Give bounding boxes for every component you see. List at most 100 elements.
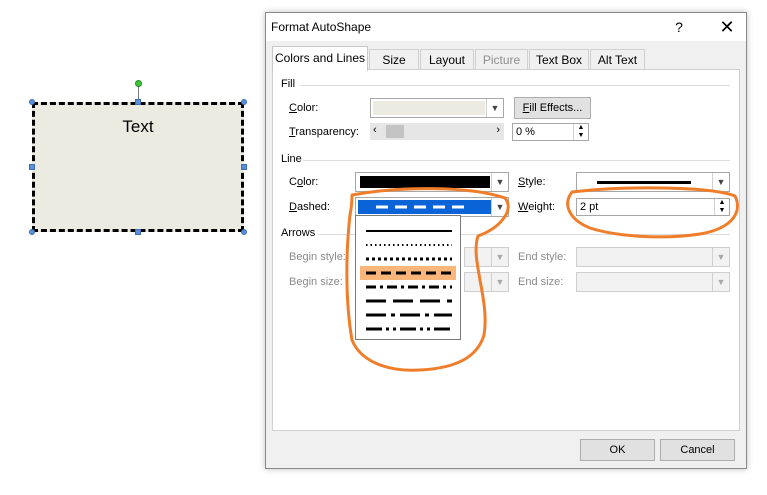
fill-effects-button[interactable]: Fill Effects...	[514, 97, 591, 119]
weight-value[interactable]: 2 pt	[580, 201, 598, 213]
rotation-handle[interactable]	[135, 80, 142, 87]
spin-up-icon[interactable]: ▲	[574, 124, 588, 132]
chevron-down-icon: ▼	[712, 248, 729, 266]
tab-alt-text[interactable]: Alt Text	[590, 49, 645, 69]
dash-preview	[376, 205, 470, 209]
dialog-titlebar[interactable]: Format AutoShape ? ✕	[266, 13, 746, 41]
fill-color-label: Color:	[289, 102, 318, 114]
resize-handle-bottom-right[interactable]	[241, 229, 247, 235]
dash-dash-dot-icon	[366, 285, 452, 289]
resize-handle-right[interactable]	[241, 164, 247, 170]
dashed-label-key: D	[289, 201, 297, 213]
style-label: Style:	[518, 176, 546, 188]
chevron-right-icon[interactable]: ›	[496, 124, 500, 136]
autoshape-rectangle[interactable]: Text	[32, 102, 244, 232]
chevron-down-icon[interactable]: ▼	[491, 198, 508, 216]
chevron-down-icon: ▼	[491, 273, 508, 291]
spin-down-icon[interactable]: ▼	[574, 132, 588, 140]
fill-color-label-rest: olor:	[296, 102, 319, 114]
resize-handle-top-left[interactable]	[29, 99, 35, 105]
weight-label-rest: eight:	[528, 201, 556, 213]
chevron-down-icon: ▼	[491, 248, 508, 266]
dash-style-list[interactable]	[355, 215, 461, 340]
spin-buttons[interactable]: ▲ ▼	[573, 124, 588, 140]
chevron-down-icon[interactable]: ▼	[486, 99, 503, 117]
resize-handle-left[interactable]	[29, 164, 35, 170]
begin-size-dropdown: ▼	[464, 272, 509, 292]
style-label-rest: tyle:	[525, 176, 546, 188]
tab-text-box[interactable]: Text Box	[529, 49, 589, 69]
dash-option-square-dot[interactable]	[360, 252, 456, 266]
dash-option-solid[interactable]	[360, 224, 456, 238]
chevron-left-icon[interactable]: ‹	[373, 124, 377, 136]
tab-layout[interactable]: Layout	[420, 49, 474, 69]
tab-size[interactable]: Size	[369, 49, 419, 69]
dialog-title: Format AutoShape	[271, 20, 372, 34]
end-size-label: End size:	[518, 276, 564, 288]
resize-handle-top-right[interactable]	[241, 99, 247, 105]
dashed-selected-value	[358, 200, 492, 214]
dash-option-round-dot[interactable]	[360, 238, 456, 252]
begin-size-label: Begin size:	[289, 276, 343, 288]
line-separator	[303, 160, 730, 161]
fill-color-label-key: C	[289, 102, 297, 114]
resize-handle-bottom-left[interactable]	[29, 229, 35, 235]
line-style-dropdown[interactable]: ▼	[576, 172, 730, 192]
dash-long-dash-icon	[366, 299, 452, 303]
dash-option-long-dash-dot-dot[interactable]	[360, 322, 456, 336]
fill-separator	[300, 85, 730, 86]
line-group-label: Line	[281, 153, 302, 165]
shape-text[interactable]: Text	[35, 117, 241, 137]
chevron-down-icon[interactable]: ▼	[712, 173, 729, 191]
fill-color-swatch	[373, 101, 485, 115]
transparency-slider[interactable]: ‹ ›	[370, 123, 504, 140]
resize-handle-bottom[interactable]	[135, 229, 141, 235]
weight-spinner[interactable]: 2 pt ▲ ▼	[576, 198, 730, 216]
tab-colors-and-lines[interactable]: Colors and Lines	[272, 46, 368, 71]
line-color-dropdown[interactable]: ▼	[355, 172, 509, 192]
arrows-group-label: Arrows	[281, 227, 316, 239]
fill-effects-rest: ill Effects...	[529, 102, 583, 114]
help-button[interactable]: ?	[666, 17, 692, 37]
chevron-down-icon[interactable]: ▼	[491, 173, 508, 191]
begin-style-label: Begin style:	[289, 251, 346, 263]
dash-option-dash-dot[interactable]	[360, 280, 456, 294]
transparency-spinner[interactable]: 0 % ▲ ▼	[512, 123, 589, 141]
dashed-label-rest: ashed:	[296, 201, 330, 213]
slider-thumb[interactable]	[386, 125, 404, 138]
line-color-label-post: lor:	[303, 176, 319, 188]
spin-down-icon[interactable]: ▼	[715, 207, 729, 215]
transparency-value[interactable]: 0 %	[516, 126, 535, 138]
format-autoshape-dialog: Format AutoShape ? ✕ Colors and Lines Si…	[265, 12, 747, 469]
close-button[interactable]: ✕	[714, 17, 740, 37]
spin-buttons[interactable]: ▲ ▼	[714, 199, 729, 215]
dash-long-dash-dot-icon	[366, 313, 452, 317]
spin-up-icon[interactable]: ▲	[715, 199, 729, 207]
dashed-dropdown[interactable]: ▼	[355, 197, 509, 217]
dashed-label: Dashed:	[289, 201, 330, 213]
line-style-preview	[597, 181, 691, 184]
ok-button[interactable]: OK	[580, 439, 655, 461]
end-style-label: End style:	[518, 251, 567, 263]
end-size-dropdown: ▼	[576, 272, 730, 292]
dash-option-long-dash-dot[interactable]	[360, 308, 456, 322]
dash-square-dot-icon	[366, 257, 452, 261]
weight-label-key: W	[518, 201, 529, 213]
dash-option-dash[interactable]	[360, 266, 456, 280]
dash-solid-icon	[366, 230, 452, 232]
line-color-label-pre: C	[289, 176, 297, 188]
resize-handle-top[interactable]	[135, 99, 141, 105]
begin-style-dropdown: ▼	[464, 247, 509, 267]
line-color-label: Color:	[289, 176, 318, 188]
end-style-dropdown: ▼	[576, 247, 730, 267]
fill-color-dropdown[interactable]: ▼	[370, 98, 504, 118]
dash-round-dot-icon	[366, 244, 452, 246]
dash-option-long-dash[interactable]	[360, 294, 456, 308]
line-color-swatch	[360, 176, 490, 188]
fill-group-label: Fill	[281, 78, 296, 90]
weight-label: Weight:	[518, 201, 555, 213]
tab-picture: Picture	[475, 49, 528, 69]
cancel-button[interactable]: Cancel	[660, 439, 735, 461]
dash-long-dash-dot-dot-icon	[366, 327, 452, 331]
transparency-label: Transparency:	[289, 126, 359, 138]
